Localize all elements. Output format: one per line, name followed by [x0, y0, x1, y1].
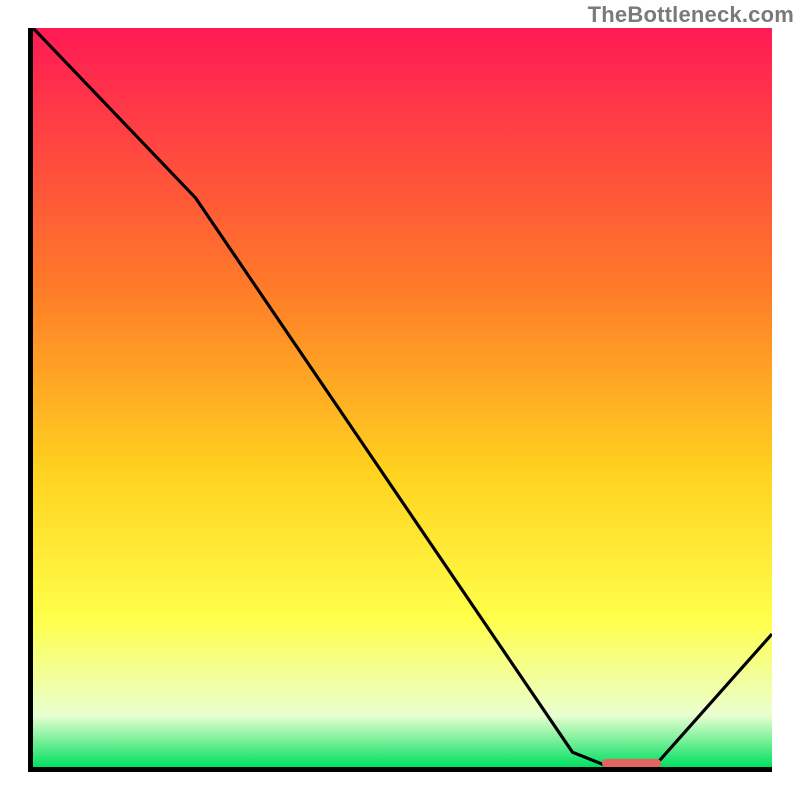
optimal-range-marker: [602, 759, 661, 767]
watermark-text: TheBottleneck.com: [588, 2, 794, 28]
plot-svg: [33, 28, 772, 767]
heatmap-background: [33, 28, 772, 767]
chart-canvas: TheBottleneck.com: [0, 0, 800, 800]
plot-area: [28, 28, 772, 772]
